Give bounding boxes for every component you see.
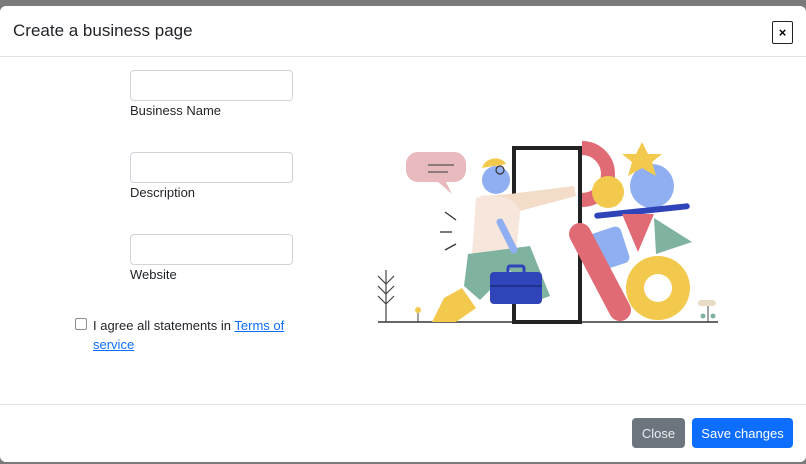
description-label: Description	[130, 185, 196, 200]
close-x-button[interactable]: ×	[772, 21, 793, 44]
agree-text: I agree all statements in	[93, 318, 235, 333]
business-name-input[interactable]	[130, 70, 293, 101]
agree-checkbox[interactable]	[75, 318, 87, 330]
website-input[interactable]	[130, 234, 293, 265]
modal-header: Create a business page ×	[0, 6, 806, 57]
person-exiting-door-illustration	[377, 141, 718, 324]
business-name-label: Business Name	[130, 103, 222, 118]
description-input[interactable]	[130, 152, 293, 183]
website-label: Website	[130, 267, 177, 282]
create-business-modal: Create a business page × Business Name D…	[0, 6, 806, 462]
modal-title: Create a business page	[13, 21, 193, 40]
modal-footer: Close Save changes	[0, 404, 806, 462]
save-changes-button[interactable]: Save changes	[692, 418, 793, 448]
close-button[interactable]: Close	[632, 418, 685, 448]
agree-statement: I agree all statements in Terms of servi…	[93, 316, 303, 354]
